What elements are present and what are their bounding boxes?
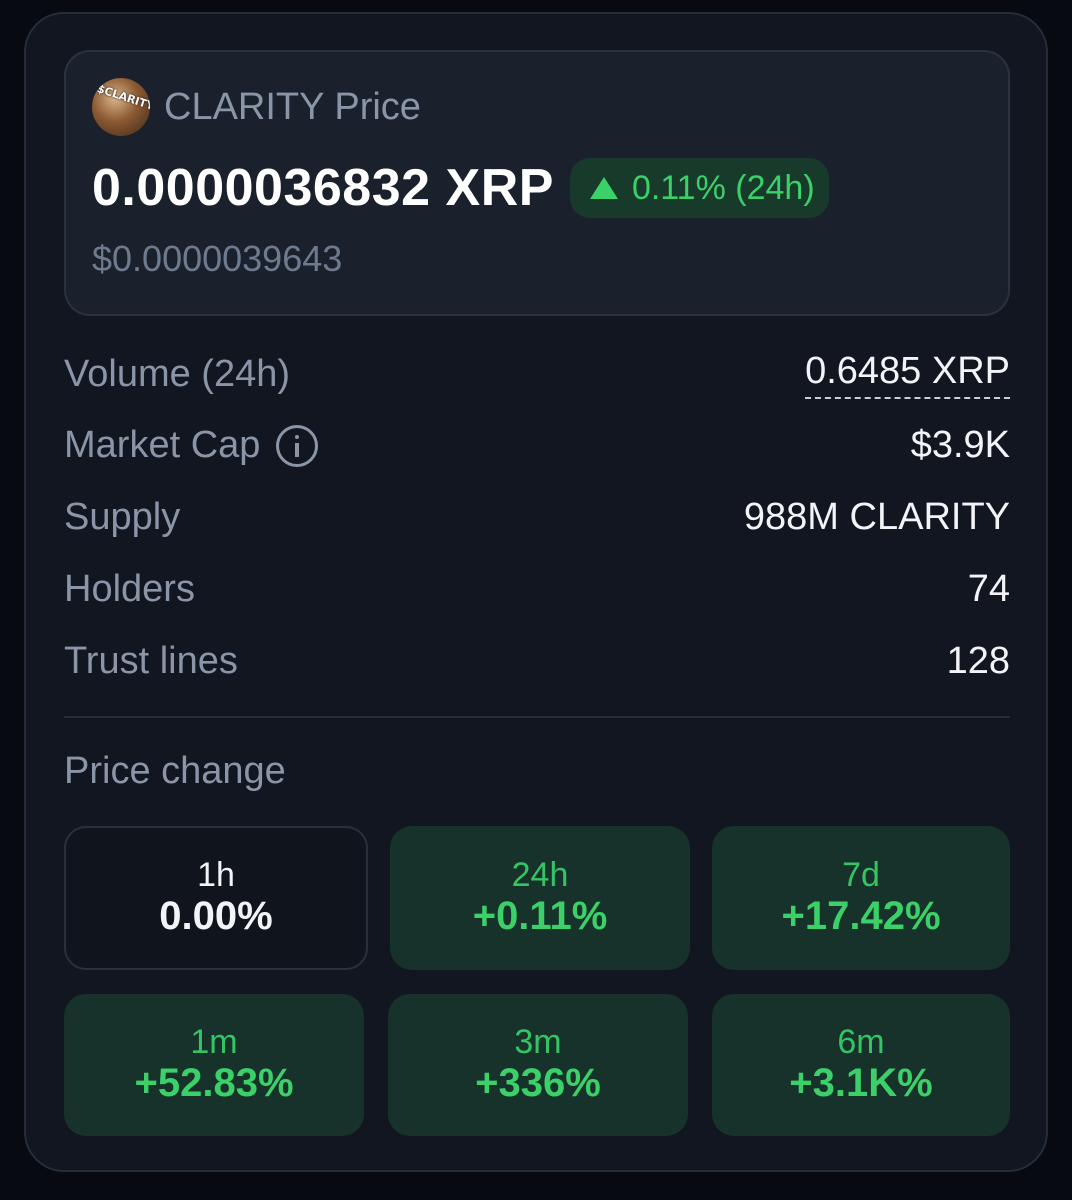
info-icon[interactable] xyxy=(276,424,319,467)
tile-period: 1h xyxy=(197,856,235,894)
stat-label: Volume (24h) xyxy=(64,353,291,395)
main-price-row: 0.0000036832 XRP 0.11% (24h) xyxy=(92,158,829,218)
tile-value: +336% xyxy=(475,1061,601,1105)
token-title-row: $CLARITY CLARITY Price xyxy=(92,78,421,136)
stat-label-wrap: Market Cap xyxy=(64,424,319,467)
tile-period: 6m xyxy=(837,1023,885,1061)
change-24h-badge: 0.11% (24h) xyxy=(569,158,829,218)
change-24h-text: 0.11% (24h) xyxy=(631,168,815,207)
tile-value: +52.83% xyxy=(134,1061,294,1105)
price-header: $CLARITY CLARITY Price 0.0000036832 XRP … xyxy=(64,50,1010,316)
tile-period: 1m xyxy=(190,1023,238,1061)
triangle-up-icon xyxy=(589,177,618,199)
stat-trust-lines: Trust lines 128 xyxy=(64,640,1010,683)
divider xyxy=(64,716,1010,718)
stat-holders: Holders 74 xyxy=(64,568,1010,611)
volume-value[interactable]: 0.6485 XRP xyxy=(805,350,1010,399)
stat-label: Trust lines xyxy=(64,640,238,682)
price-xrp: 0.0000036832 XRP xyxy=(92,159,554,217)
price-usd: $0.0000039643 xyxy=(92,238,343,279)
stat-supply: Supply 988M CLARITY xyxy=(64,496,1010,539)
tile-period: 3m xyxy=(514,1023,562,1061)
tile-value: 0.00% xyxy=(159,894,273,938)
token-price-card: $CLARITY CLARITY Price 0.0000036832 XRP … xyxy=(24,12,1048,1172)
stat-volume: Volume (24h) 0.6485 XRP xyxy=(64,350,1010,399)
price-change-tile-24h: 24h +0.11% xyxy=(390,826,690,970)
price-change-tile-1h: 1h 0.00% xyxy=(64,826,368,970)
tile-period: 7d xyxy=(842,856,880,894)
token-logo: $CLARITY xyxy=(92,78,150,136)
price-change-tile-3m: 3m +336% xyxy=(388,994,688,1136)
stat-label: Market Cap xyxy=(64,424,261,466)
stat-label: Supply xyxy=(64,496,181,538)
tile-value: +0.11% xyxy=(472,894,608,938)
price-change-tile-7d: 7d +17.42% xyxy=(712,826,1010,970)
market-cap-value: $3.9K xyxy=(910,424,1010,466)
holders-value: 74 xyxy=(967,568,1010,610)
stat-market-cap: Market Cap $3.9K xyxy=(64,424,1010,467)
tile-period: 24h xyxy=(511,856,569,894)
price-change-tile-6m: 6m +3.1K% xyxy=(712,994,1010,1136)
price-change-title: Price change xyxy=(64,750,286,792)
tile-value: +3.1K% xyxy=(789,1061,933,1105)
token-logo-text: $CLARITY xyxy=(95,82,150,113)
trust-lines-value: 128 xyxy=(946,640,1010,682)
price-change-tile-1m: 1m +52.83% xyxy=(64,994,364,1136)
token-title: CLARITY Price xyxy=(164,85,421,128)
tile-value: +17.42% xyxy=(781,894,941,938)
stat-label: Holders xyxy=(64,568,195,610)
supply-value: 988M CLARITY xyxy=(743,496,1010,538)
